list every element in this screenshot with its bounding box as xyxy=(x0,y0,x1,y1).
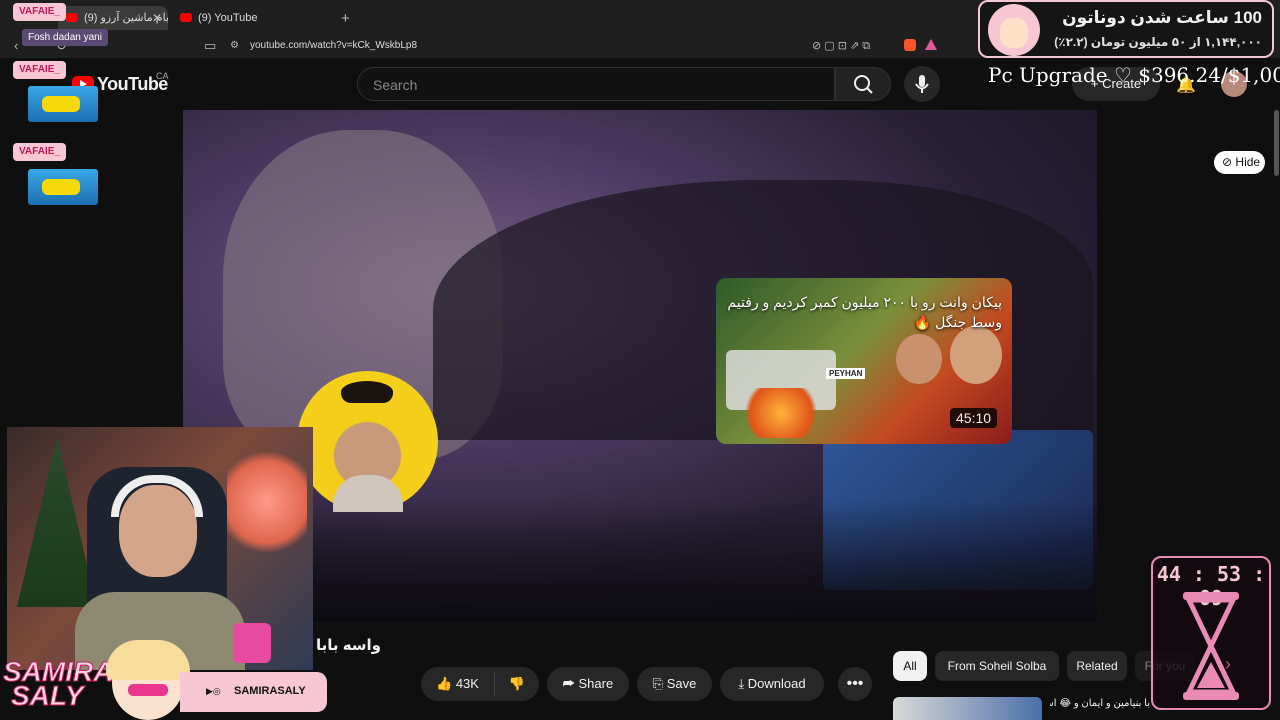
download-button[interactable]: ⤓ Download xyxy=(720,667,824,701)
share-label: Share xyxy=(578,676,614,691)
streamer-name: SAMIRA SALY xyxy=(2,657,113,711)
mic-icon xyxy=(915,75,929,93)
goal-text: Pc Upgrade ♡ $396.24/$1,000 xyxy=(988,63,1280,87)
chat-username: VAFAIE_ xyxy=(13,143,66,161)
endcard-face-1 xyxy=(896,334,942,384)
like-button[interactable]: 👍 43K xyxy=(421,672,495,696)
search-input[interactable]: Search xyxy=(357,67,835,101)
hide-label: Hide xyxy=(1235,155,1261,169)
dislike-button[interactable]: 👎 xyxy=(495,672,539,696)
more-actions-button[interactable]: ••• xyxy=(838,667,872,701)
eye-off-icon: ⊘ xyxy=(1222,155,1233,169)
christmas-tree-image xyxy=(17,437,97,607)
video-title: واسه بابا xyxy=(316,637,382,654)
channel-endcard-avatar[interactable] xyxy=(297,371,438,512)
tab-label: (9) YouTube xyxy=(198,12,258,24)
youtube-instagram-icons: ▶◎ xyxy=(206,686,221,696)
url-text[interactable]: youtube.com/watch?v=kCk_WskbLp8 xyxy=(250,34,417,58)
download-label: Download xyxy=(747,676,806,691)
region-code: CA xyxy=(156,71,169,81)
video-scene-shadow xyxy=(183,500,1097,622)
avatar-shirt xyxy=(333,475,403,512)
youtube-favicon-icon xyxy=(66,13,78,22)
bookmark-icon[interactable]: ▭ xyxy=(204,34,216,58)
chat-username: VAFAIE_ xyxy=(13,3,66,21)
tab-current[interactable]: (9) واسه بابام ماشین آرزو ✕ xyxy=(58,6,168,30)
endcard-duration: 45:10 xyxy=(950,408,998,428)
extension-icons[interactable]: ⊘ ▢ ⊡ ⇗ ⧉ xyxy=(812,34,870,58)
chat-message: Fosh dadan yani xyxy=(22,29,108,46)
thumbs-down-icon: 👎 xyxy=(508,676,526,691)
more-icon: ••• xyxy=(846,675,864,692)
nanoleaf-lights-image xyxy=(227,447,307,557)
page-scrollbar[interactable] xyxy=(1274,110,1279,176)
microphone-image xyxy=(233,623,271,663)
endcard-tag: PEYHAN xyxy=(826,368,866,379)
save-label: Save xyxy=(666,676,697,691)
chat-emote-image xyxy=(28,169,98,205)
chat-username: VAFAIE_ xyxy=(13,61,66,79)
like-dislike-group: 👍 43K 👎 xyxy=(421,667,539,701)
hide-button[interactable]: ⊘ Hide xyxy=(1214,151,1265,174)
related-thumbnail[interactable] xyxy=(893,697,1042,720)
new-tab-icon[interactable]: + xyxy=(341,10,350,27)
thumbs-up-icon: 👍 xyxy=(436,676,453,691)
tab-youtube[interactable]: (9) YouTube xyxy=(172,6,332,30)
search-button[interactable] xyxy=(835,67,891,101)
donation-title: 100 ساعت شدن دوناتون xyxy=(1062,8,1262,27)
social-handle: SAMIRASALY xyxy=(234,685,306,697)
chip-related[interactable]: Related xyxy=(1067,651,1127,681)
donation-progress: ۱,۱۴۴,۰۰۰ از ۵۰ میلیون تومان (۲.۲٪) xyxy=(1054,35,1262,49)
donation-widget: 100 ساعت شدن دوناتون ۱,۱۴۴,۰۰۰ از ۵۰ میل… xyxy=(978,0,1274,58)
chip-from-channel[interactable]: From Soheil Solba xyxy=(935,651,1059,681)
related-title[interactable]: با بنیامین و ایمان و 😂 اسمو تی شانسی xyxy=(1050,698,1150,709)
search-icon xyxy=(854,75,873,94)
rewards-icon[interactable] xyxy=(925,39,937,50)
campfire-image xyxy=(736,388,826,438)
chip-all[interactable]: All xyxy=(893,651,927,681)
countdown-timer-widget: 44 : 53 : 09 › xyxy=(1151,556,1271,710)
streamer-webcam xyxy=(7,427,313,670)
chat-emote-image xyxy=(28,86,98,122)
save-button[interactable]: ⎘ Save xyxy=(637,667,712,701)
like-count: 43K xyxy=(455,676,479,691)
share-icon: ⮫ xyxy=(562,676,575,691)
voice-search-button[interactable] xyxy=(904,66,940,102)
avatar-hair xyxy=(341,381,393,403)
donation-mascot-image xyxy=(988,4,1040,56)
share-button[interactable]: ⮫ Share xyxy=(547,667,629,701)
endcard-video[interactable]: PEYHAN پیکان وانت رو با ۲۰۰ میلیون کمپر … xyxy=(716,278,1012,444)
download-icon: ⤓ xyxy=(738,676,745,691)
streamer-name-line2: SALY xyxy=(10,680,84,711)
youtube-favicon-icon xyxy=(180,13,192,22)
social-plate: ▶◎ SAMIRASALY xyxy=(180,672,327,712)
streamer-mascot-image xyxy=(106,640,190,720)
brave-shield-icon[interactable] xyxy=(904,39,916,51)
hourglass-icon xyxy=(1183,592,1239,700)
back-icon[interactable]: ‹ xyxy=(14,34,18,58)
bookmark-icon: ⎘ xyxy=(652,676,664,691)
site-settings-icon[interactable]: ⚙ xyxy=(230,34,239,58)
endcard-title: پیکان وانت رو با ۲۰۰ میلیون کمپر کردیم و… xyxy=(727,294,1002,330)
chevron-right-icon[interactable]: › xyxy=(1225,654,1231,675)
close-icon[interactable]: ✕ xyxy=(152,6,162,30)
endcard-face-2 xyxy=(950,326,1002,384)
